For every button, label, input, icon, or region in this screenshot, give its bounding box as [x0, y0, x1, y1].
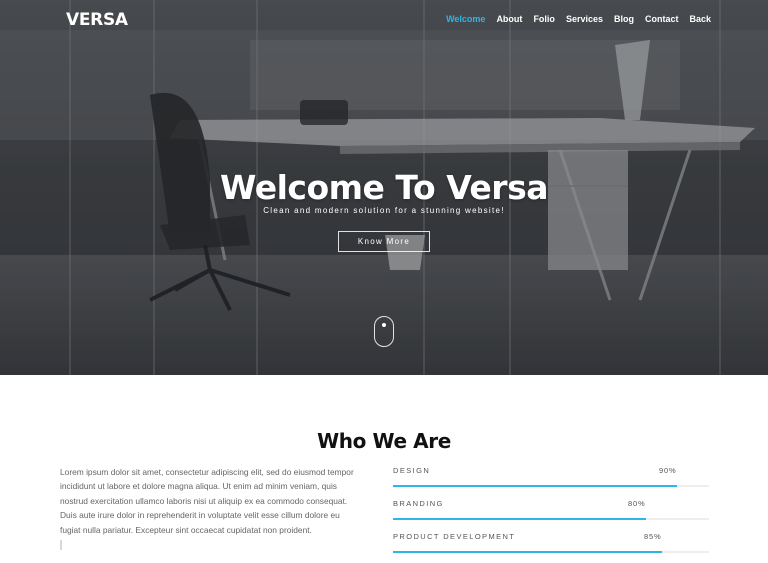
section-title-who-we-are: Who We Are: [317, 428, 451, 453]
nav-item-about[interactable]: About: [496, 14, 522, 24]
hero-section: VERSA Welcome About Folio Services Blog …: [0, 0, 768, 375]
skill-row: PRODUCT DEVELOPMENT 85%: [393, 530, 709, 563]
site-logo[interactable]: VERSA: [66, 10, 128, 30]
skill-progress-track: [393, 485, 709, 487]
about-paragraph: Lorem ipsum dolor sit amet, consectetur …: [60, 467, 354, 535]
skill-name: DESIGN: [393, 466, 431, 475]
skill-progress-fill: [393, 518, 646, 520]
mouse-scroll-icon[interactable]: [374, 316, 394, 347]
skill-percent: 90%: [659, 466, 677, 475]
nav-item-back[interactable]: Back: [689, 14, 711, 24]
hero-subtitle: Clean and modern solution for a stunning…: [263, 206, 505, 215]
nav-item-contact[interactable]: Contact: [645, 14, 679, 24]
skill-row: DESIGN 90%: [393, 464, 709, 497]
skill-progress-track: [393, 518, 709, 520]
nav-item-folio[interactable]: Folio: [533, 14, 555, 24]
skill-row: BRANDING 80%: [393, 497, 709, 530]
skill-percent: 80%: [628, 499, 646, 508]
hero-title: Welcome To Versa: [220, 168, 549, 208]
skill-name: BRANDING: [393, 499, 444, 508]
nav-item-services[interactable]: Services: [566, 14, 603, 24]
know-more-button[interactable]: Know More: [338, 231, 430, 252]
skill-progress-fill: [393, 485, 677, 487]
scroll-wheel-dot: [382, 323, 386, 327]
skills-list: DESIGN 90% BRANDING 80% PRODUCT DEVELOPM…: [393, 464, 709, 563]
main-nav: Welcome About Folio Services Blog Contac…: [435, 14, 711, 24]
top-navigation-bar: VERSA Welcome About Folio Services Blog …: [0, 0, 768, 40]
skill-progress-track: [393, 551, 709, 553]
paragraph-edge-divider: [60, 540, 62, 550]
skill-progress-fill: [393, 551, 662, 553]
nav-item-blog[interactable]: Blog: [614, 14, 634, 24]
nav-item-welcome[interactable]: Welcome: [446, 14, 485, 24]
skill-percent: 85%: [644, 532, 662, 541]
skill-name: PRODUCT DEVELOPMENT: [393, 532, 516, 541]
